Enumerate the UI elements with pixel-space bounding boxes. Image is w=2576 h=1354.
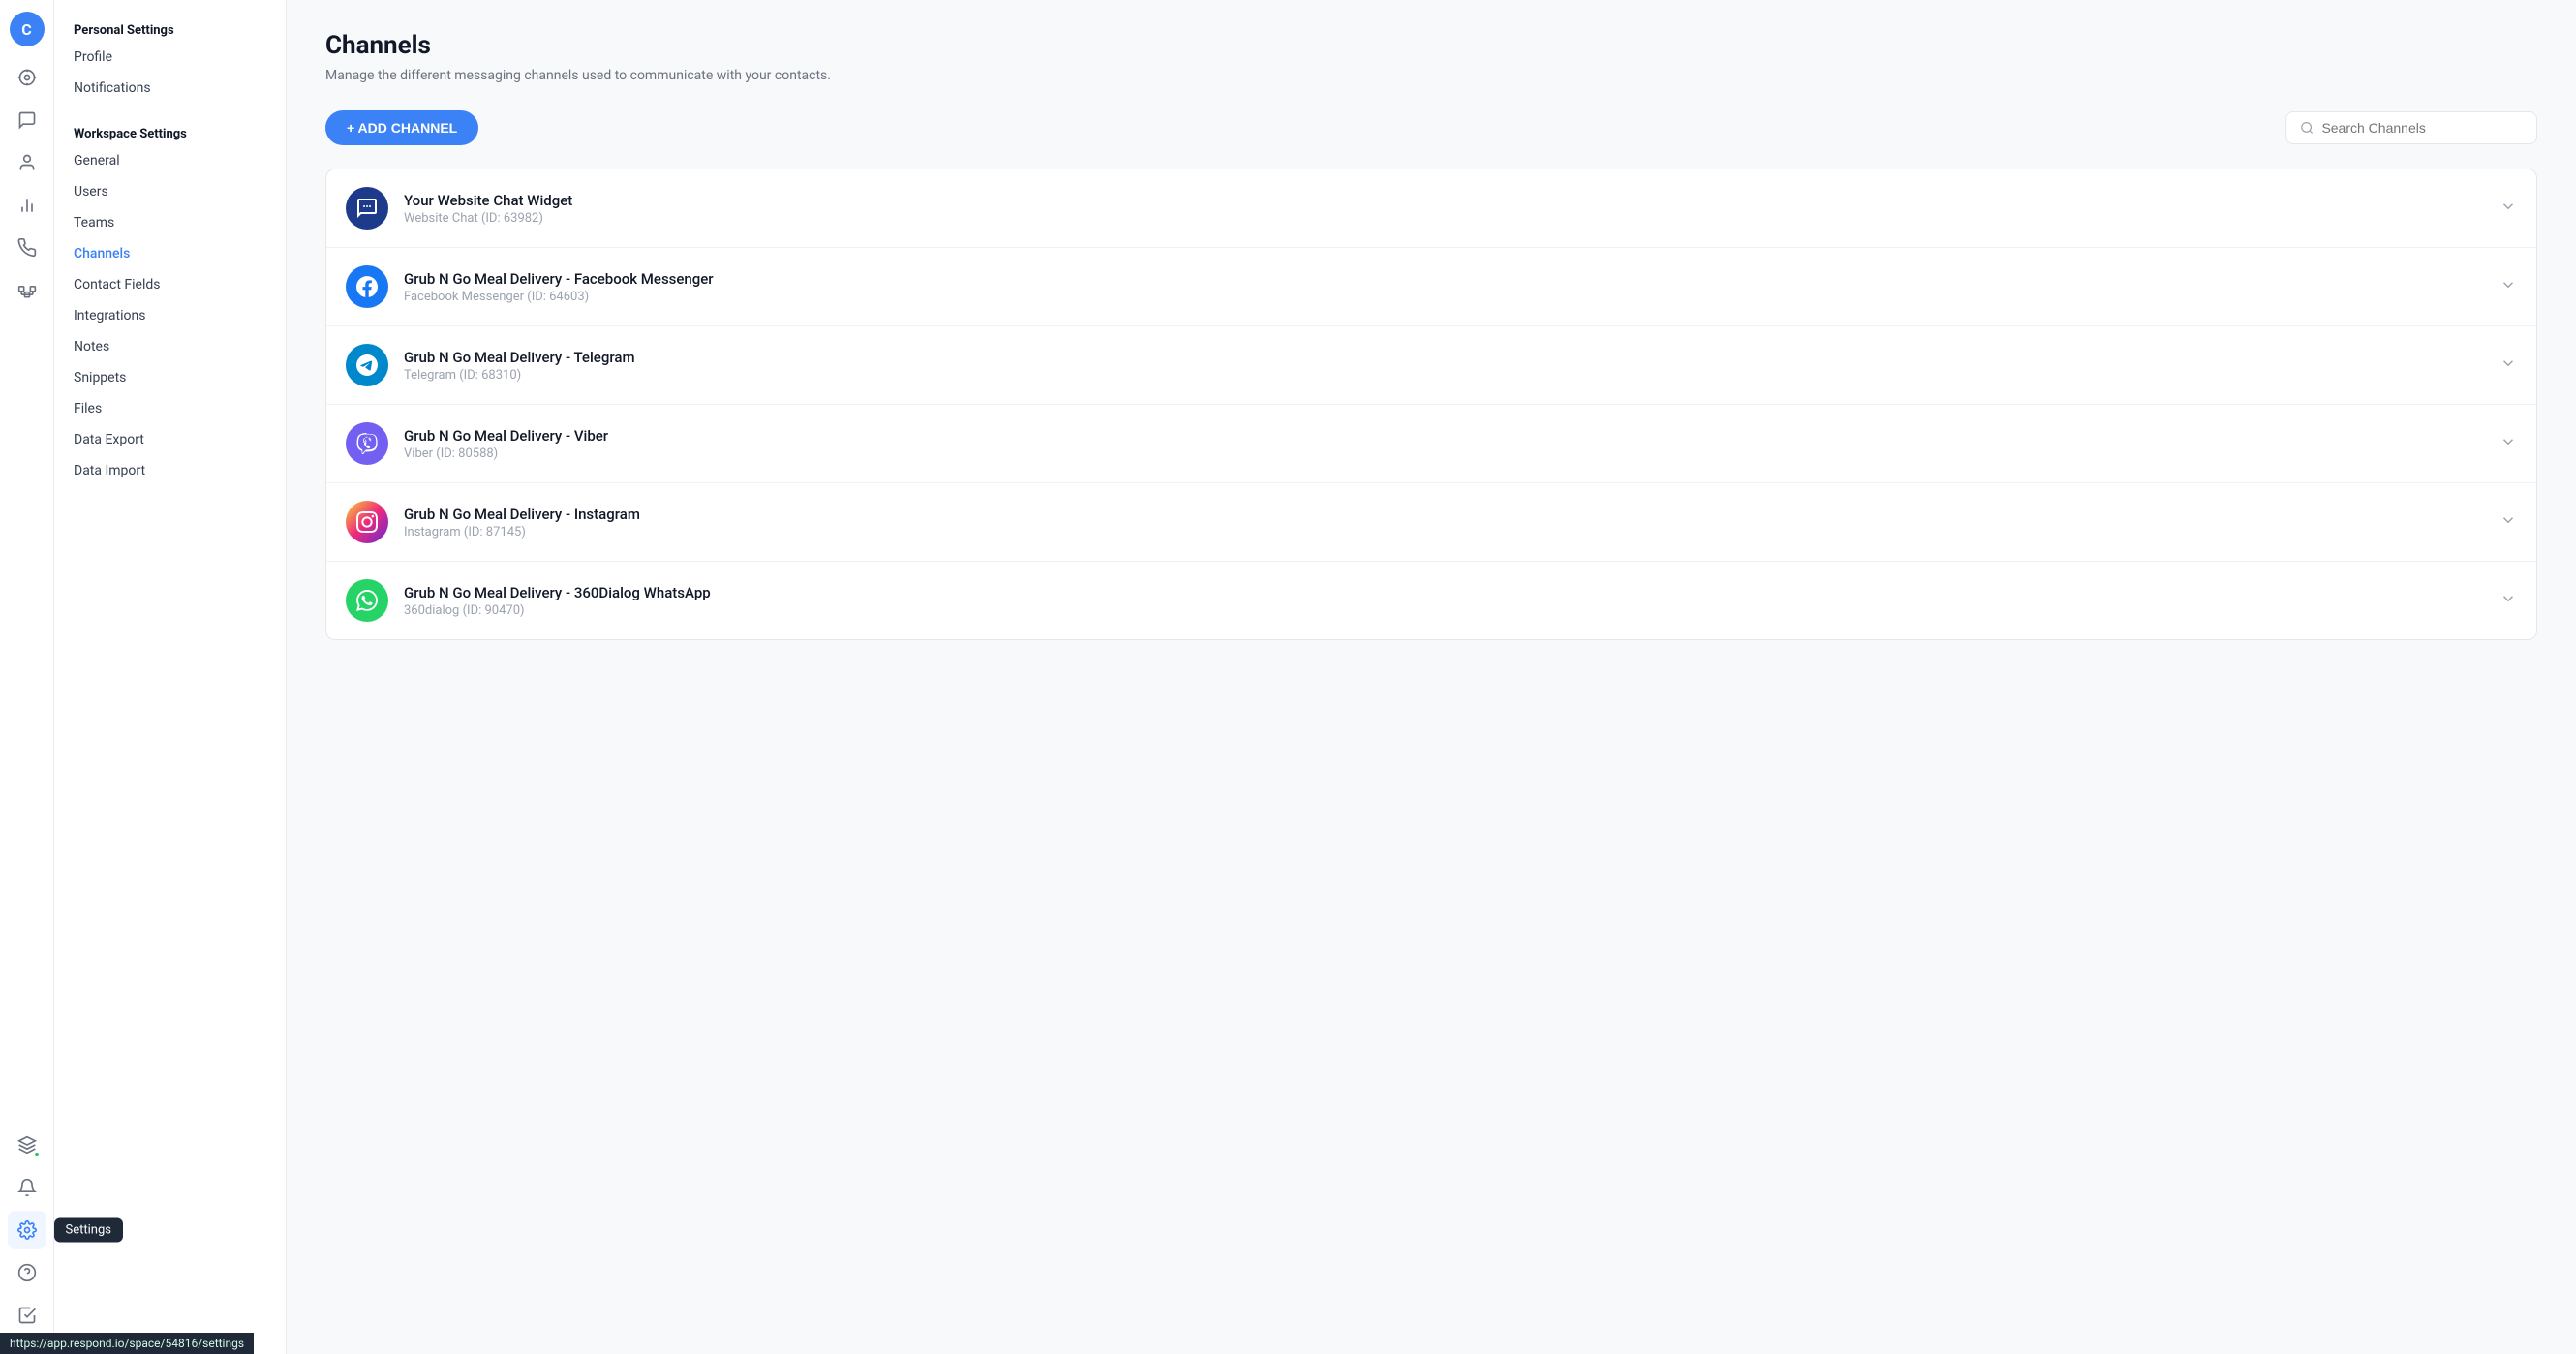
workspace-settings-title: Workspace Settings xyxy=(54,119,286,145)
settings-nav-item[interactable]: Settings xyxy=(8,1211,46,1249)
settings-icon xyxy=(17,1220,37,1240)
chevron-down-icon xyxy=(2499,276,2517,297)
sidebar-item-snippets[interactable]: Snippets xyxy=(54,362,286,393)
page-subtitle: Manage the different messaging channels … xyxy=(325,68,2537,83)
broadcasts-nav-item[interactable] xyxy=(8,229,46,267)
channel-info: Your Website Chat Widget Website Chat (I… xyxy=(404,192,2488,226)
bell-icon xyxy=(17,1178,37,1197)
broadcasts-icon xyxy=(17,238,37,258)
dashboard-icon xyxy=(17,68,37,87)
help-nav-item[interactable] xyxy=(8,1253,46,1292)
channel-item[interactable]: Your Website Chat Widget Website Chat (I… xyxy=(326,169,2536,248)
channel-item[interactable]: Grub N Go Meal Delivery - Instagram Inst… xyxy=(326,483,2536,562)
channel-item[interactable]: Grub N Go Meal Delivery - Viber Viber (I… xyxy=(326,405,2536,483)
personal-settings-title: Personal Settings xyxy=(54,15,286,42)
help-icon xyxy=(17,1263,37,1282)
channel-name: Your Website Chat Widget xyxy=(404,192,2488,209)
sidebar-item-integrations[interactable]: Integrations xyxy=(54,300,286,331)
url-bar: https://app.respond.io/space/54816/setti… xyxy=(0,1333,254,1354)
tasks-icon xyxy=(17,1306,37,1325)
channel-item[interactable]: Grub N Go Meal Delivery - 360Dialog What… xyxy=(326,562,2536,639)
channel-info: Grub N Go Meal Delivery - Viber Viber (I… xyxy=(404,427,2488,461)
sidebar-item-profile[interactable]: Profile xyxy=(54,42,286,73)
channel-list: Your Website Chat Widget Website Chat (I… xyxy=(325,169,2537,640)
dashboard-nav-item[interactable] xyxy=(8,58,46,97)
sidebar-item-users[interactable]: Users xyxy=(54,176,286,207)
search-box xyxy=(2285,111,2537,144)
toolbar: + ADD CHANNEL xyxy=(325,110,2537,145)
sidebar: Personal Settings Profile Notifications … xyxy=(54,0,287,1354)
sidebar-item-channels[interactable]: Channels xyxy=(54,238,286,269)
sidebar-item-contact-fields[interactable]: Contact Fields xyxy=(54,269,286,300)
integrations-nav-item[interactable] xyxy=(8,1125,46,1164)
channel-sub: 360dialog (ID: 90470) xyxy=(404,603,2488,618)
chevron-down-icon xyxy=(2499,511,2517,533)
sidebar-workspace-items: GeneralUsersTeamsChannelsContact FieldsI… xyxy=(54,145,286,486)
channel-sub: Telegram (ID: 68310) xyxy=(404,368,2488,383)
channel-info: Grub N Go Meal Delivery - Facebook Messe… xyxy=(404,270,2488,304)
channel-sub: Instagram (ID: 87145) xyxy=(404,525,2488,539)
channel-item[interactable]: Grub N Go Meal Delivery - Facebook Messe… xyxy=(326,248,2536,326)
contacts-nav-item[interactable] xyxy=(8,143,46,182)
channel-info: Grub N Go Meal Delivery - Telegram Teleg… xyxy=(404,349,2488,383)
main-content: Channels Manage the different messaging … xyxy=(287,0,2576,1354)
reports-nav-item[interactable] xyxy=(8,186,46,225)
channel-name: Grub N Go Meal Delivery - Instagram xyxy=(404,506,2488,523)
channel-item[interactable]: Grub N Go Meal Delivery - Telegram Teleg… xyxy=(326,326,2536,405)
sidebar-item-notes[interactable]: Notes xyxy=(54,331,286,362)
notification-dot xyxy=(33,1151,41,1158)
tasks-nav-item[interactable] xyxy=(8,1296,46,1335)
chevron-down-icon xyxy=(2499,198,2517,219)
reports-icon xyxy=(17,196,37,215)
channel-info: Grub N Go Meal Delivery - 360Dialog What… xyxy=(404,584,2488,618)
sidebar-item-data-import[interactable]: Data Import xyxy=(54,455,286,486)
org-icon xyxy=(17,281,37,300)
sidebar-item-data-export[interactable]: Data Export xyxy=(54,424,286,455)
sidebar-item-teams[interactable]: Teams xyxy=(54,207,286,238)
channel-name: Grub N Go Meal Delivery - 360Dialog What… xyxy=(404,584,2488,601)
sidebar-item-files[interactable]: Files xyxy=(54,393,286,424)
avatar[interactable]: C xyxy=(10,12,45,46)
sidebar-item-general[interactable]: General xyxy=(54,145,286,176)
search-icon xyxy=(2300,120,2314,136)
channel-sub: Viber (ID: 80588) xyxy=(404,446,2488,461)
page-title: Channels xyxy=(325,31,2537,60)
channel-name: Grub N Go Meal Delivery - Facebook Messe… xyxy=(404,270,2488,288)
chevron-down-icon xyxy=(2499,354,2517,376)
channel-name: Grub N Go Meal Delivery - Viber xyxy=(404,427,2488,445)
channel-name: Grub N Go Meal Delivery - Telegram xyxy=(404,349,2488,366)
chevron-down-icon xyxy=(2499,590,2517,611)
chevron-down-icon xyxy=(2499,433,2517,454)
channel-sub: Website Chat (ID: 63982) xyxy=(404,211,2488,226)
icon-nav: C Settings xyxy=(0,0,54,1354)
sidebar-item-notifications[interactable]: Notifications xyxy=(54,73,286,104)
contacts-icon xyxy=(17,153,37,172)
conversations-icon xyxy=(17,110,37,130)
channel-sub: Facebook Messenger (ID: 64603) xyxy=(404,290,2488,304)
org-nav-item[interactable] xyxy=(8,271,46,310)
channel-info: Grub N Go Meal Delivery - Instagram Inst… xyxy=(404,506,2488,539)
add-channel-button[interactable]: + ADD CHANNEL xyxy=(325,110,478,145)
search-input[interactable] xyxy=(2321,120,2523,136)
conversations-nav-item[interactable] xyxy=(8,101,46,139)
bell-nav-item[interactable] xyxy=(8,1168,46,1207)
